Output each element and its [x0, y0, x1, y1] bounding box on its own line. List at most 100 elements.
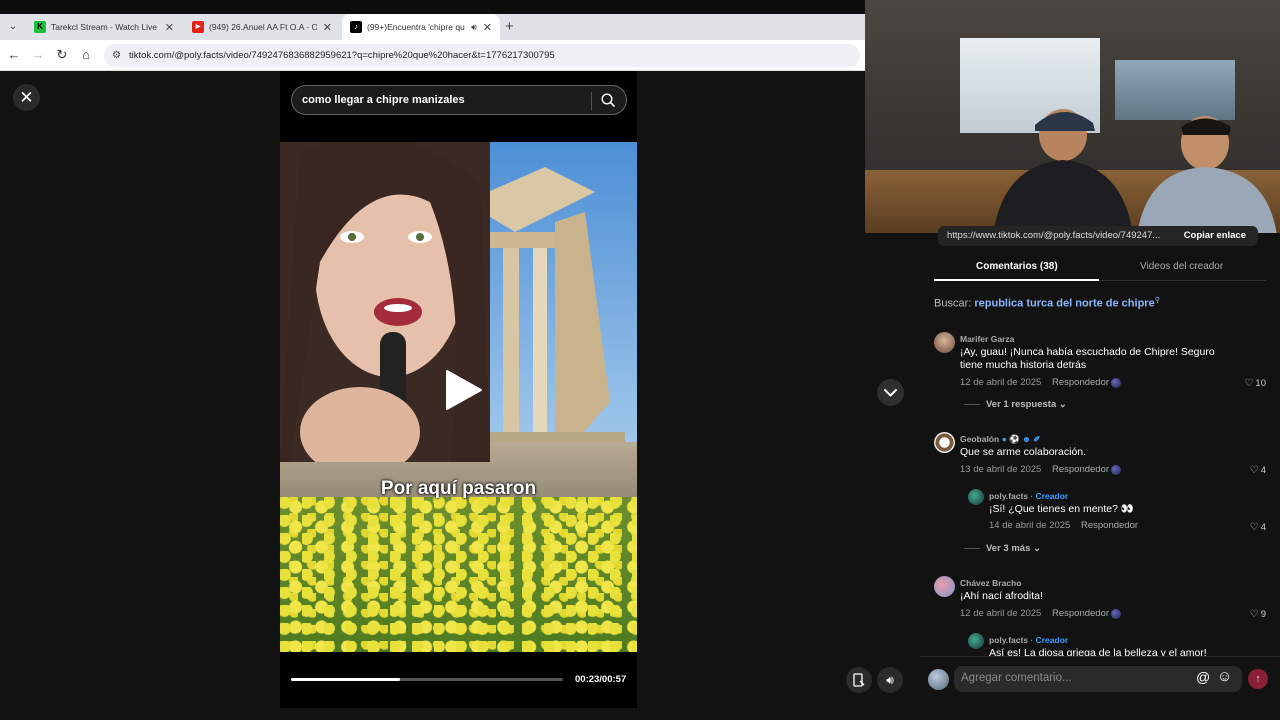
- volume-button[interactable]: 🔊︎: [877, 667, 903, 693]
- share-link-bar: https://www.tiktok.com/@poly.facts/video…: [938, 226, 1258, 246]
- search-small-icon: ⚲: [1154, 297, 1160, 304]
- tab-youtube[interactable]: ▶ (949) 26.Anuel AA Ft O.A - Ojos ✕: [184, 14, 340, 40]
- kick-icon: K: [34, 21, 46, 33]
- avatar[interactable]: [934, 332, 955, 353]
- progress-bar[interactable]: [291, 678, 563, 681]
- comment-date: 13 de abril de 2025: [960, 464, 1042, 475]
- tab-creator-videos[interactable]: Videos del creador: [1140, 261, 1223, 272]
- creator-liked-icon: [1111, 609, 1121, 619]
- comment-author[interactable]: poly.facts · Creador: [989, 491, 1068, 501]
- copy-link-button[interactable]: Copiar enlace: [1184, 230, 1246, 241]
- creator-avatar[interactable]: [968, 489, 984, 505]
- chevron-down-icon: ⌄: [1058, 399, 1067, 410]
- comment-author[interactable]: Geobalón ● ⚽ ☻ ✐: [960, 434, 1040, 445]
- tab-kick[interactable]: K Tarekcl Stream - Watch Live on ✕: [26, 14, 182, 40]
- video-caption: Por aquí pasaron: [380, 478, 537, 499]
- creator-label: · Creador: [1030, 491, 1069, 501]
- forward-icon[interactable]: →: [30, 47, 46, 63]
- creator-liked-icon: [1111, 465, 1121, 475]
- comment-author[interactable]: Marifer Garza: [960, 334, 1014, 344]
- mention-icon[interactable]: @: [1196, 669, 1210, 685]
- progress-fill: [291, 678, 400, 681]
- comment-author-name: poly.facts: [989, 491, 1029, 501]
- search-icon[interactable]: [600, 92, 616, 108]
- like-button[interactable]: ♡ 4: [1236, 465, 1266, 476]
- related-search-link[interactable]: republica turca del norte de chipre: [974, 298, 1154, 310]
- title-strip: [0, 0, 865, 14]
- site-settings-icon[interactable]: ⚙︎: [112, 50, 121, 61]
- avatar[interactable]: [934, 432, 955, 453]
- close-tab-icon[interactable]: ✕: [165, 21, 174, 34]
- tab-comments[interactable]: Comentarios (38): [976, 261, 1058, 272]
- comment-date: 14 de abril de 2025: [989, 520, 1071, 531]
- tiktok-icon: ♪: [350, 21, 362, 33]
- reply-line: [964, 403, 980, 405]
- back-icon[interactable]: ←: [6, 47, 22, 63]
- reply-button[interactable]: Respondedor: [1052, 608, 1109, 619]
- close-tab-icon[interactable]: ✕: [483, 21, 492, 34]
- send-button[interactable]: ↑: [1248, 669, 1268, 689]
- streamer-right: [1137, 116, 1277, 233]
- emoji-icon[interactable]: ☺: [1217, 668, 1232, 685]
- new-tab-button[interactable]: +: [505, 18, 514, 35]
- reload-icon[interactable]: ↻: [54, 47, 70, 63]
- view-replies-label: Ver 1 respuesta: [986, 399, 1057, 410]
- speaker-icon[interactable]: 🔊︎: [471, 22, 477, 33]
- autoscroll-button[interactable]: [846, 667, 872, 693]
- youtube-icon: ▶: [192, 21, 204, 33]
- next-video-button[interactable]: [877, 379, 904, 406]
- close-video-button[interactable]: ✕: [13, 84, 40, 111]
- creator-avatar[interactable]: [968, 633, 984, 649]
- comment-input[interactable]: Agregar comentario... @ ☺: [954, 666, 1242, 692]
- volume-icon: 🔊︎: [886, 673, 894, 687]
- close-tab-icon[interactable]: ✕: [323, 21, 332, 34]
- comment-author-name: poly.facts: [989, 635, 1029, 645]
- my-avatar: [928, 669, 949, 690]
- comment-meta: 13 de abril de 2025 Respondedor: [960, 464, 1109, 475]
- webcam-overlay: [865, 0, 1280, 233]
- tab-tiktok[interactable]: ♪ (99+)Encuentra 'chipre que 🔊︎ ✕: [342, 14, 500, 40]
- url-text: tiktok.com/@poly.facts/video/74924768368…: [128, 50, 555, 61]
- comment-meta: 12 de abril de 2025 Respondedor: [960, 377, 1109, 388]
- like-button[interactable]: ♡ 10: [1236, 378, 1266, 389]
- reply-button[interactable]: Respondedor: [1081, 520, 1138, 531]
- related-search: Buscar: republica turca del norte de chi…: [934, 296, 1160, 310]
- streamer-left: [993, 109, 1133, 233]
- presenter-image: [280, 142, 490, 462]
- comment-author-name: Geobalón: [960, 434, 1000, 444]
- creator-label: · Creador: [1030, 635, 1069, 645]
- active-tab-indicator: [934, 279, 1099, 281]
- badge-icons: ● ⚽ ☻ ✐: [1001, 434, 1041, 444]
- heart-icon: ♡: [1249, 522, 1259, 533]
- url-field[interactable]: ⚙︎ tiktok.com/@poly.facts/video/74924768…: [104, 44, 860, 67]
- tab-search-chevron-icon[interactable]: ⌄: [4, 17, 22, 37]
- address-bar: ← → ↻ ⌂ ⚙︎ tiktok.com/@poly.facts/video/…: [0, 40, 865, 71]
- comment-author[interactable]: poly.facts · Creador: [989, 635, 1068, 645]
- video-search-box[interactable]: como llegar a chipre manizales: [291, 85, 627, 115]
- avatar[interactable]: [934, 576, 955, 597]
- tab-title: (99+)Encuentra 'chipre que: [367, 22, 466, 32]
- reply-line: [964, 547, 980, 549]
- like-button[interactable]: ♡ 9: [1236, 609, 1266, 620]
- chevron-down-icon: [884, 389, 897, 397]
- heart-icon: ♡: [1249, 609, 1259, 620]
- time-display: 00:23/00:57: [575, 674, 627, 685]
- view-replies-button[interactable]: Ver 1 respuesta ⌄: [964, 399, 1067, 410]
- like-count: 4: [1260, 522, 1266, 533]
- comment-meta: 12 de abril de 2025 Respondedor: [960, 608, 1109, 619]
- device-icon: [853, 673, 865, 687]
- share-link-text[interactable]: https://www.tiktok.com/@poly.facts/video…: [947, 230, 1160, 241]
- search-input[interactable]: como llegar a chipre manizales: [302, 94, 465, 106]
- view-more-button[interactable]: Ver 3 más ⌄: [964, 543, 1041, 554]
- like-button[interactable]: ♡ 4: [1236, 522, 1266, 533]
- like-count: 10: [1255, 378, 1266, 389]
- reply-button[interactable]: Respondedor: [1052, 464, 1109, 475]
- heart-icon: ♡: [1249, 465, 1259, 476]
- play-icon[interactable]: [443, 370, 483, 410]
- reply-button[interactable]: Respondedor: [1052, 377, 1109, 388]
- comment-author[interactable]: Chávez Bracho: [960, 578, 1021, 588]
- search-divider: [591, 92, 592, 110]
- home-icon[interactable]: ⌂: [78, 47, 94, 63]
- tab-title: Tarekcl Stream - Watch Live on: [51, 22, 159, 32]
- comment-text: ¡Ay, guau! ¡Nunca había escuchado de Chi…: [960, 346, 1215, 371]
